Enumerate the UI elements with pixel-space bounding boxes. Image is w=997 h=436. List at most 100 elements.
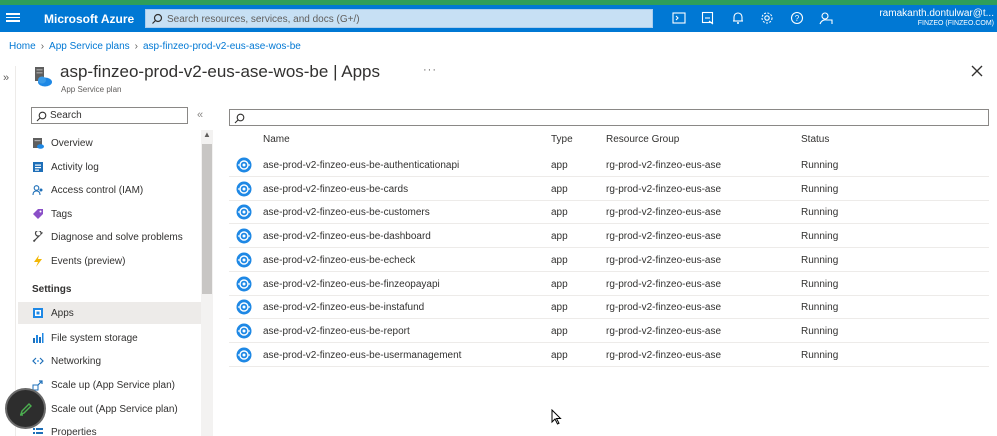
app-service-icon: [236, 204, 252, 220]
menu-item-overview[interactable]: Overview: [18, 132, 201, 154]
table-row[interactable]: ase-prod-v2-finzeo-eus-be-usermanagement…: [229, 343, 989, 367]
cell-name[interactable]: ase-prod-v2-finzeo-eus-be-report: [263, 326, 410, 337]
help-icon[interactable]: ?: [790, 11, 804, 25]
storage-icon: [33, 333, 44, 343]
cell-name[interactable]: ase-prod-v2-finzeo-eus-be-customers: [263, 207, 430, 218]
mouse-cursor-icon: [551, 409, 562, 425]
cell-status: Running: [801, 278, 839, 290]
resource-menu-search-input[interactable]: [50, 109, 184, 122]
activity-log-icon: [33, 162, 43, 172]
resource-menu-scrollbar[interactable]: ▲: [201, 130, 213, 436]
app-service-plan-icon: [35, 67, 52, 87]
cell-name[interactable]: ase-prod-v2-finzeo-eus-be-instafund: [263, 302, 424, 313]
scroll-up-arrow-icon[interactable]: ▲: [203, 130, 211, 139]
cell-name[interactable]: ase-prod-v2-finzeo-eus-be-authentication…: [263, 160, 459, 171]
app-service-icon: [236, 228, 252, 244]
column-header-status[interactable]: Status: [801, 134, 829, 145]
breadcrumb-app-service-plans[interactable]: App Service plans: [49, 41, 130, 52]
menu-item-label: Overview: [51, 138, 93, 149]
table-row[interactable]: ase-prod-v2-finzeo-eus-be-echeck app rg-pr…: [229, 248, 989, 272]
cell-status: Running: [801, 325, 839, 337]
expand-chevron-icon[interactable]: »: [3, 72, 9, 84]
cell-resource-group[interactable]: rg-prod-v2-finzeo-eus-ase: [606, 302, 721, 313]
cell-type: app: [551, 254, 568, 266]
column-header-resource-group[interactable]: Resource Group: [606, 134, 679, 145]
menu-item-apps[interactable]: Apps: [18, 302, 201, 324]
cell-name[interactable]: ase-prod-v2-finzeo-eus-be-dashboard: [263, 231, 431, 242]
account-name: ramakanth.dontulwar@t...: [879, 8, 994, 19]
table-row[interactable]: ase-prod-v2-finzeo-eus-be-cards app rg-pro…: [229, 177, 989, 201]
app-service-icon: [236, 323, 252, 339]
global-header: Microsoft Azure Search resources, servic…: [0, 5, 997, 32]
apps-icon: [33, 308, 43, 318]
collapse-menu-chevron-icon[interactable]: «: [197, 109, 203, 121]
cell-type: app: [551, 231, 568, 243]
directory-filter-icon[interactable]: [701, 11, 715, 25]
menu-item-properties[interactable]: Properties: [18, 421, 201, 436]
cell-name[interactable]: ase-prod-v2-finzeo-eus-be-finzeopayapi: [263, 279, 440, 290]
breadcrumb-chevron-icon: ›: [134, 41, 138, 52]
cell-resource-group[interactable]: rg-prod-v2-finzeo-eus-ase: [606, 207, 721, 218]
menu-hamburger-icon[interactable]: [6, 11, 20, 25]
table-row[interactable]: ase-prod-v2-finzeo-eus-be-report app rg-pr…: [229, 319, 989, 343]
menu-item-activity-log[interactable]: Activity log: [18, 156, 201, 178]
table-row[interactable]: ase-prod-v2-finzeo-eus-be-instafund app rg…: [229, 295, 989, 320]
floating-edit-button[interactable]: [5, 388, 46, 429]
wrench-icon: [32, 231, 43, 243]
menu-item-file-system-storage[interactable]: File system storage: [18, 327, 201, 349]
cell-resource-group[interactable]: rg-prod-v2-finzeo-eus-ase: [606, 255, 721, 266]
menu-item-access-control[interactable]: Access control (IAM): [18, 179, 201, 201]
apps-filter-input[interactable]: [248, 111, 983, 124]
cell-type: app: [551, 183, 568, 195]
cell-name[interactable]: ase-prod-v2-finzeo-eus-be-echeck: [263, 255, 415, 266]
cell-status: Running: [801, 302, 839, 314]
notifications-icon[interactable]: [731, 11, 745, 25]
table-row[interactable]: ase-prod-v2-finzeo-eus-be-dashboard app rg…: [229, 224, 989, 249]
cell-resource-group[interactable]: rg-prod-v2-finzeo-eus-ase: [606, 326, 721, 337]
column-header-type[interactable]: Type: [551, 134, 573, 145]
breadcrumb: Home › App Service plans › asp-finzeo-prod-v…: [9, 41, 301, 52]
cell-resource-group[interactable]: rg-prod-v2-finzeo-eus-ase: [606, 160, 721, 171]
cell-type: app: [551, 160, 568, 171]
brand-title[interactable]: Microsoft Azure: [44, 12, 134, 26]
resource-menu-search[interactable]: [31, 107, 188, 124]
cell-resource-group[interactable]: rg-prod-v2-finzeo-eus-ase: [606, 279, 721, 290]
overview-icon: [33, 138, 44, 149]
breadcrumb-current-plan[interactable]: asp-finzeo-prod-v2-eus-ase-wos-be: [143, 41, 301, 52]
page-title: asp-finzeo-prod-v2-eus-ase-wos-be | Apps: [60, 62, 381, 81]
menu-item-events[interactable]: Events (preview): [18, 250, 201, 272]
app-service-icon: [236, 276, 252, 291]
menu-item-tags[interactable]: Tags: [18, 203, 201, 225]
breadcrumb-home[interactable]: Home: [9, 41, 36, 52]
lightning-icon: [34, 255, 42, 267]
account-menu[interactable]: ramakanth.dontulwar@t... FINZEO (FINZEO.…: [856, 8, 994, 27]
table-row[interactable]: ase-prod-v2-finzeo-eus-be-finzeopayapi ap…: [229, 272, 989, 296]
iam-icon: [32, 185, 43, 196]
cell-status: Running: [801, 183, 839, 195]
cloud-shell-icon[interactable]: [672, 11, 686, 25]
menu-item-label: Diagnose and solve problems: [51, 232, 183, 243]
apps-filter[interactable]: [229, 109, 989, 126]
settings-icon[interactable]: [760, 11, 774, 25]
menu-item-diagnose[interactable]: Diagnose and solve problems: [18, 226, 201, 248]
cell-resource-group[interactable]: rg-prod-v2-finzeo-eus-ase: [606, 184, 721, 195]
column-header-name[interactable]: Name: [263, 134, 290, 145]
table-row[interactable]: ase-prod-v2-finzeo-eus-be-authentication…: [229, 153, 989, 177]
cell-name[interactable]: ase-prod-v2-finzeo-eus-be-usermanagement: [263, 350, 461, 361]
global-search-input[interactable]: Search resources, services, and docs (G+…: [145, 9, 653, 28]
scrollbar-thumb[interactable]: [202, 144, 212, 294]
app-service-icon: [236, 347, 252, 363]
table-row[interactable]: ase-prod-v2-finzeo-eus-be-customers app rg…: [229, 200, 989, 225]
more-options-button[interactable]: ···: [423, 64, 437, 76]
menu-item-label: Properties: [51, 427, 97, 436]
app-service-icon: [236, 181, 252, 197]
cell-resource-group[interactable]: rg-prod-v2-finzeo-eus-ase: [606, 350, 721, 361]
feedback-icon[interactable]: [819, 11, 833, 25]
close-icon[interactable]: [970, 64, 984, 78]
cell-resource-group[interactable]: rg-prod-v2-finzeo-eus-ase: [606, 231, 721, 242]
menu-item-label: Access control (IAM): [51, 185, 144, 196]
menu-item-scale-up[interactable]: Scale up (App Service plan): [18, 374, 201, 396]
cell-name[interactable]: ase-prod-v2-finzeo-eus-be-cards: [263, 184, 408, 195]
search-icon: [36, 111, 47, 122]
menu-item-networking[interactable]: Networking: [18, 350, 201, 372]
